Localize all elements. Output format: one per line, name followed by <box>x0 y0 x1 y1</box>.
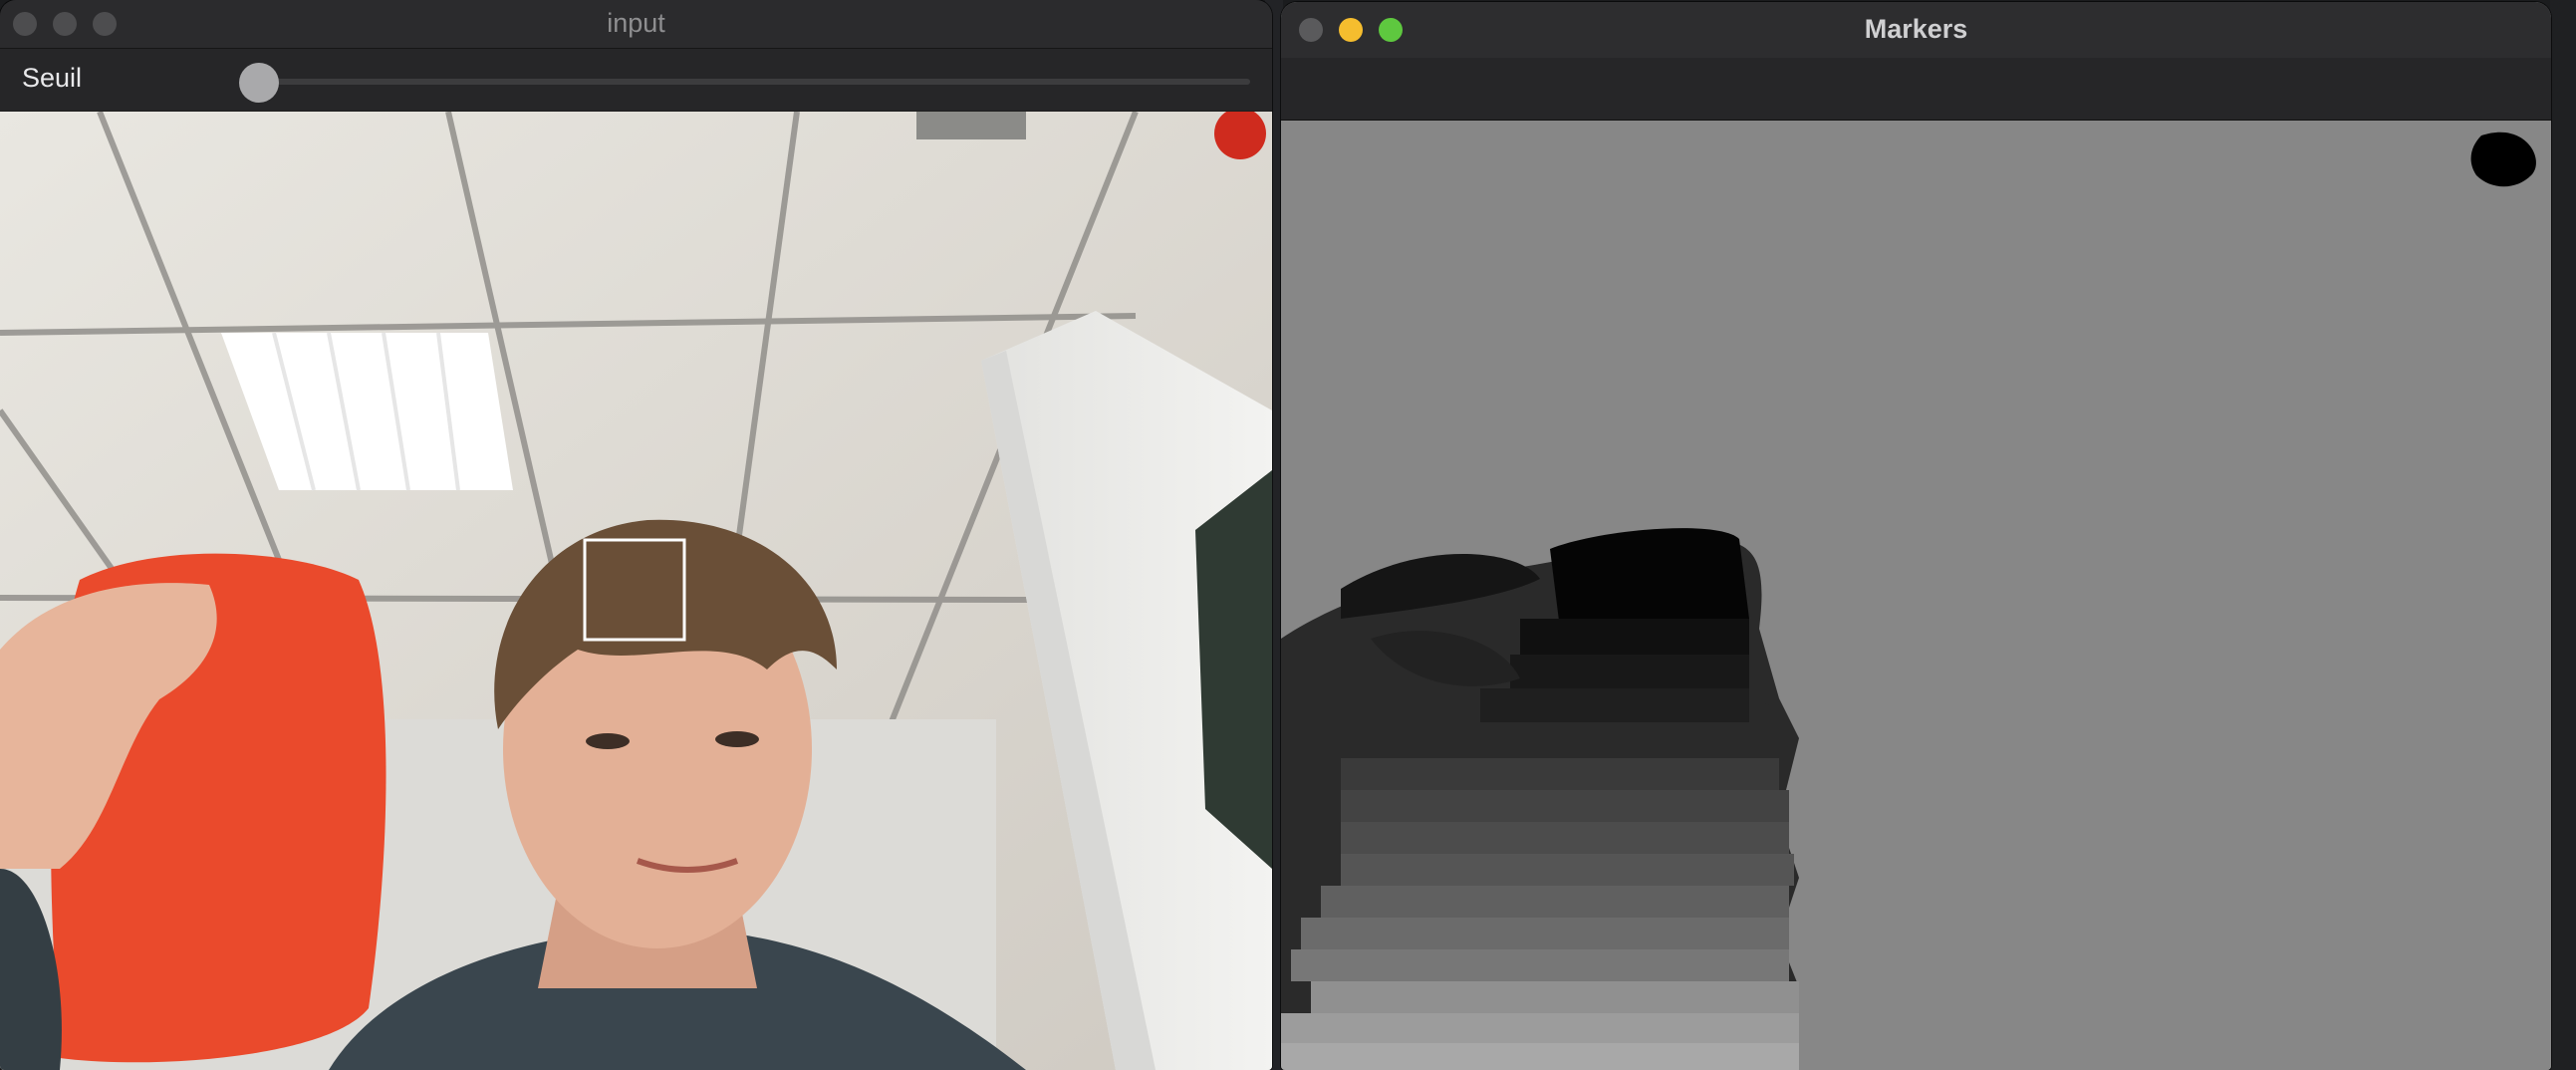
markers-titlebar[interactable]: Markers <box>1281 2 2551 58</box>
background-terminal-right <box>2550 0 2576 1070</box>
slider-label: Seuil <box>22 63 83 93</box>
slider-track[interactable] <box>261 79 1250 85</box>
window-title: Markers <box>1864 14 1968 44</box>
trackbar-panel: Seuil <box>0 49 1272 111</box>
window-title: input <box>607 8 665 38</box>
input-titlebar[interactable]: input <box>0 0 1272 49</box>
markers-window[interactable]: Markers <box>1281 2 2551 1070</box>
camera-view[interactable] <box>0 112 1272 1070</box>
markers-image-graphic <box>1281 121 2551 1070</box>
camera-frame-image <box>0 112 1272 1070</box>
slider-knob[interactable] <box>239 63 279 103</box>
input-window[interactable]: input Seuil <box>0 0 1272 1070</box>
markers-toolbar <box>1281 58 2551 121</box>
markers-image[interactable] <box>1281 121 2551 1070</box>
